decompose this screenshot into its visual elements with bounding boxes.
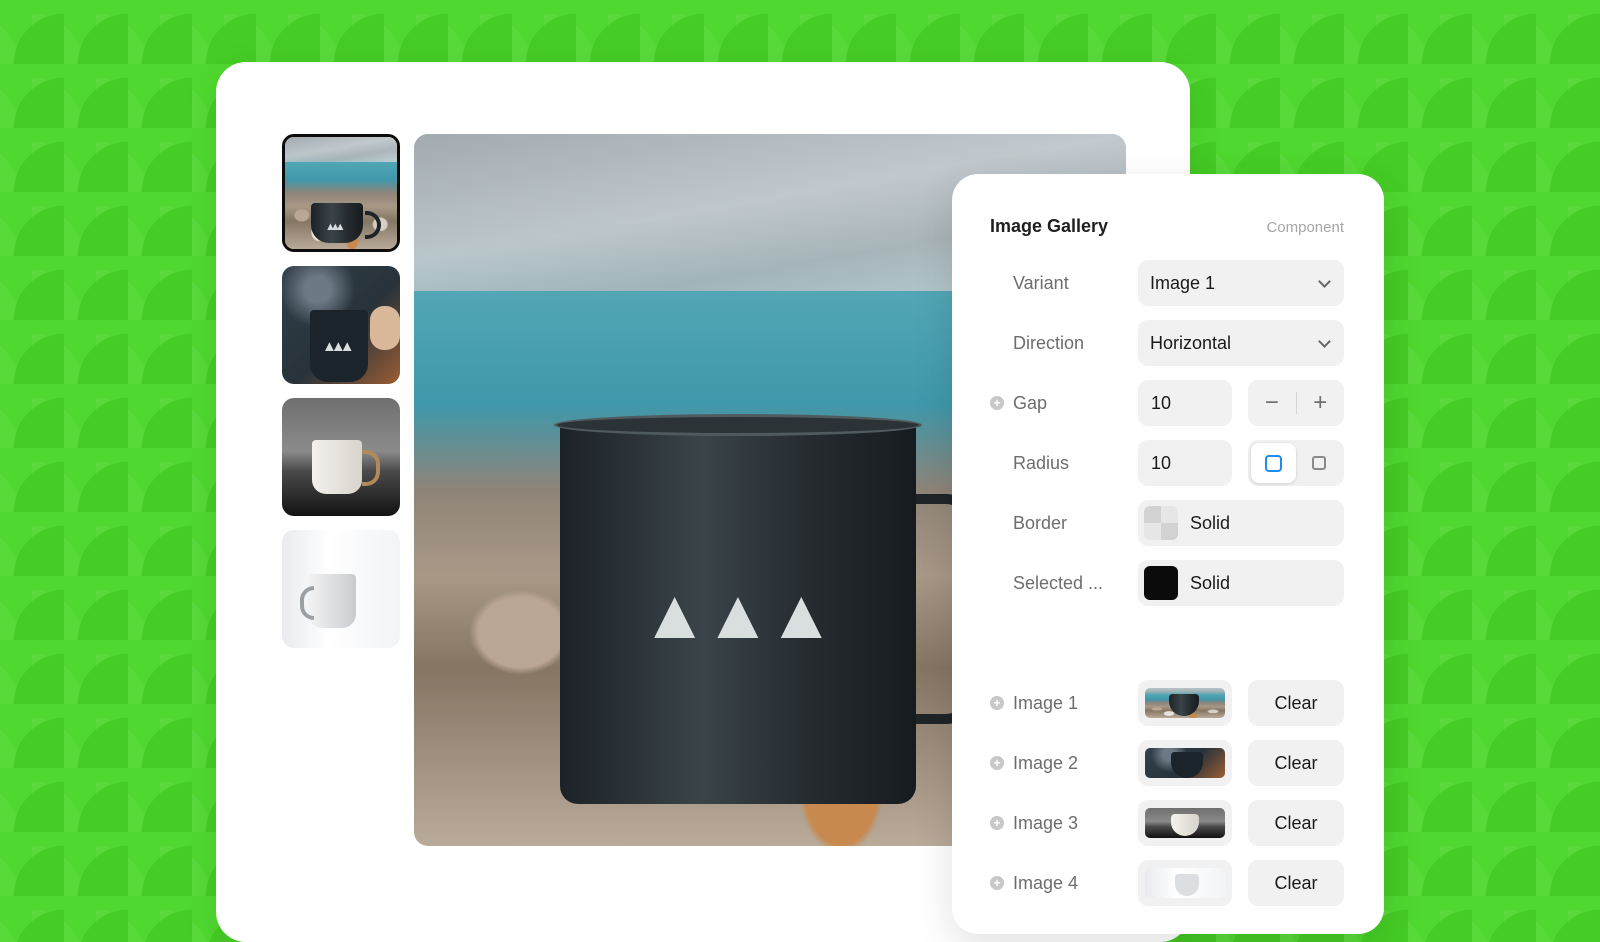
- thumbnail-image-1[interactable]: ▲▲▲: [282, 134, 400, 252]
- uniform-radius-button[interactable]: [1251, 443, 1296, 483]
- image-3-preview[interactable]: [1138, 800, 1232, 846]
- image-4-clear-button[interactable]: Clear: [1248, 860, 1344, 906]
- selected-border-field[interactable]: Solid: [1138, 560, 1344, 606]
- add-property-icon[interactable]: +: [990, 876, 1004, 890]
- gap-row: + Gap 10 − +: [990, 380, 1344, 426]
- add-property-icon[interactable]: +: [990, 396, 1004, 410]
- border-row: Border Solid: [990, 500, 1344, 546]
- increment-button[interactable]: +: [1297, 380, 1345, 426]
- radius-label: Radius: [1013, 452, 1070, 473]
- radius-mode-toggle: [1248, 440, 1344, 486]
- gap-label: Gap: [1013, 392, 1048, 413]
- radius-row: Radius 10: [990, 440, 1344, 486]
- image-3-row: + Image 3 Clear: [990, 800, 1344, 846]
- border-swatch: [1144, 506, 1178, 540]
- variant-value: Image 1: [1150, 272, 1216, 293]
- thumbnail-list: ▲▲▲ ▲▲▲: [282, 134, 400, 662]
- selected-swatch: [1144, 566, 1178, 600]
- radius-input[interactable]: 10: [1138, 440, 1232, 486]
- direction-row: Direction Horizontal: [990, 320, 1344, 366]
- variant-row: Variant Image 1: [990, 260, 1344, 306]
- selected-label: Selected ...: [1013, 572, 1104, 593]
- mug-photo: ▲▲▲: [554, 414, 976, 804]
- border-field[interactable]: Solid: [1138, 500, 1344, 546]
- image-4-label: Image 4: [1013, 872, 1079, 893]
- add-property-icon[interactable]: +: [990, 756, 1004, 770]
- corners-icon: [1311, 456, 1326, 470]
- image-4-row: + Image 4 Clear: [990, 860, 1344, 906]
- add-property-icon[interactable]: +: [990, 696, 1004, 710]
- direction-value: Horizontal: [1150, 332, 1232, 353]
- image-4-preview[interactable]: [1138, 860, 1232, 906]
- image-1-preview[interactable]: [1138, 680, 1232, 726]
- add-property-icon[interactable]: +: [990, 816, 1004, 830]
- gap-stepper: − +: [1248, 380, 1344, 426]
- image-2-clear-button[interactable]: Clear: [1248, 740, 1344, 786]
- image-3-label: Image 3: [1013, 812, 1079, 833]
- thumbnail-image-2[interactable]: ▲▲▲: [282, 266, 400, 384]
- image-2-row: + Image 2 Clear: [990, 740, 1344, 786]
- direction-label: Direction: [1013, 332, 1085, 353]
- border-value: Solid: [1190, 512, 1231, 533]
- selected-row: Selected ... Solid: [990, 560, 1344, 606]
- direction-select[interactable]: Horizontal: [1138, 320, 1344, 366]
- image-1-clear-button[interactable]: Clear: [1248, 680, 1344, 726]
- chevron-down-icon: [1318, 337, 1330, 349]
- thumbnail-image-4[interactable]: [282, 530, 400, 648]
- thumbnail-image-3[interactable]: [282, 398, 400, 516]
- chevron-down-icon: [1318, 277, 1330, 289]
- image-2-label: Image 2: [1013, 752, 1079, 773]
- variant-select[interactable]: Image 1: [1138, 260, 1344, 306]
- border-label: Border: [1013, 512, 1068, 533]
- gap-input[interactable]: 10: [1138, 380, 1232, 426]
- image-1-row: + Image 1 Clear: [990, 680, 1344, 726]
- image-2-preview[interactable]: [1138, 740, 1232, 786]
- rounded-square-icon: [1265, 454, 1282, 472]
- variant-label: Variant: [1013, 272, 1069, 293]
- panel-title: Image Gallery: [990, 216, 1109, 236]
- image-1-label: Image 1: [1013, 692, 1079, 713]
- selected-value: Solid: [1190, 572, 1231, 593]
- properties-panel: Image Gallery Component Variant Image 1 …: [952, 174, 1384, 934]
- image-3-clear-button[interactable]: Clear: [1248, 800, 1344, 846]
- panel-subtitle: Component: [1266, 219, 1344, 236]
- decrement-button[interactable]: −: [1248, 380, 1296, 426]
- individual-corners-button[interactable]: [1296, 443, 1341, 483]
